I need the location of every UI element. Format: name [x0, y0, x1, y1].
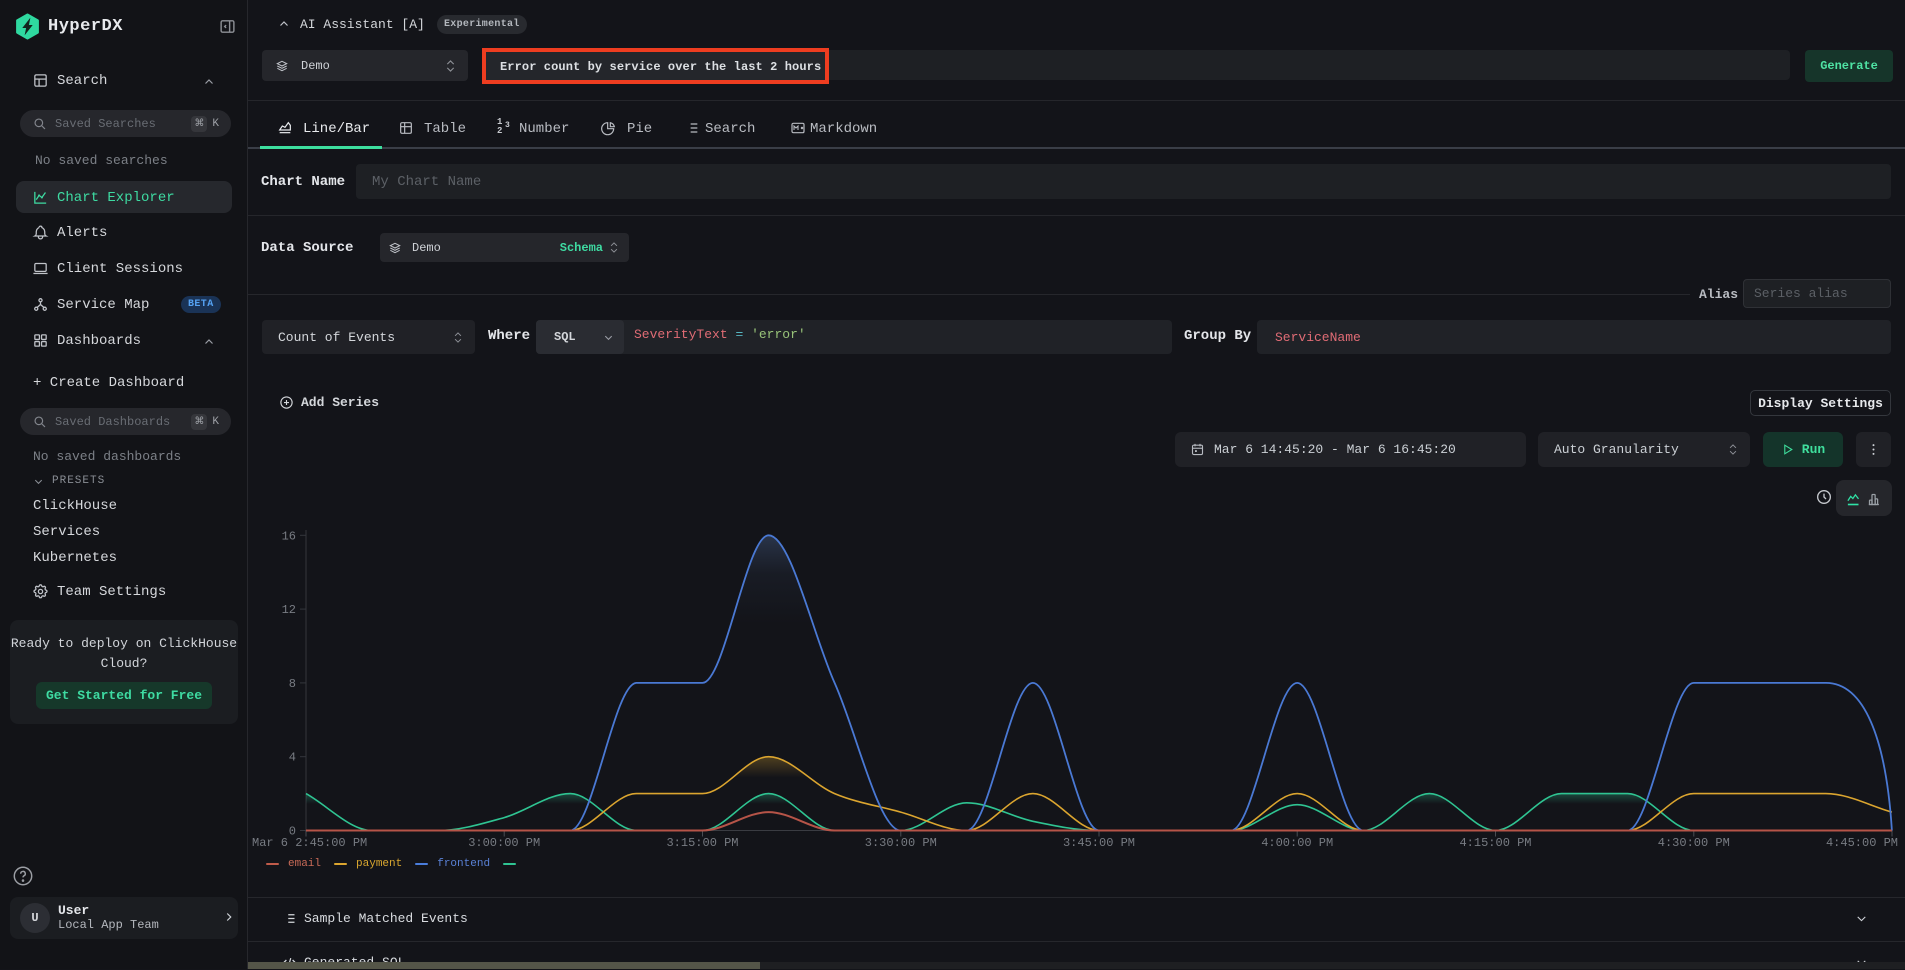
svg-text:4: 4 [289, 751, 296, 765]
svg-text:4:00:00 PM: 4:00:00 PM [1261, 836, 1333, 850]
svg-text:3:15:00 PM: 3:15:00 PM [666, 836, 738, 850]
svg-text:12: 12 [282, 603, 296, 617]
svg-text:16: 16 [282, 529, 296, 543]
svg-text:Mar 6 2:45:00 PM: Mar 6 2:45:00 PM [252, 836, 367, 850]
svg-text:4:15:00 PM: 4:15:00 PM [1459, 836, 1531, 850]
svg-text:3:45:00 PM: 3:45:00 PM [1063, 836, 1135, 850]
svg-text:4:30:00 PM: 4:30:00 PM [1658, 836, 1730, 850]
svg-text:8: 8 [289, 677, 296, 691]
svg-text:3:30:00 PM: 3:30:00 PM [865, 836, 937, 850]
svg-text:4:45:00 PM: 4:45:00 PM [1826, 836, 1898, 850]
svg-text:3:00:00 PM: 3:00:00 PM [468, 836, 540, 850]
